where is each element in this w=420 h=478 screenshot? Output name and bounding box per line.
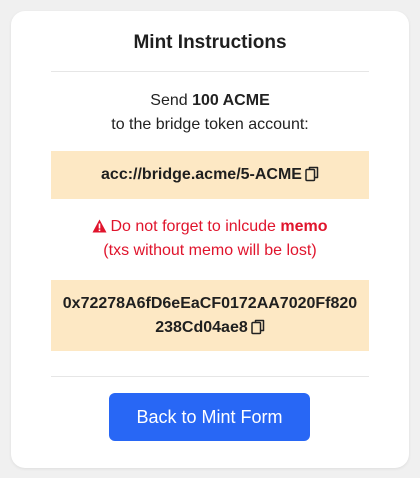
- top-divider: [51, 71, 369, 72]
- warning-prefix: Do not forget to inlcude: [110, 218, 281, 235]
- warning-emphasis: memo: [280, 218, 328, 235]
- copy-icon[interactable]: [305, 166, 319, 182]
- bottom-divider: [51, 376, 369, 377]
- warning-triangle-icon: [92, 219, 107, 233]
- memo-value: 0x72278A6fD6eEaCF0172AA7020Ff820238Cd04a…: [62, 295, 358, 336]
- send-amount: 100 ACME: [192, 92, 270, 109]
- bridge-account-value: acc://bridge.acme/5-ACME: [101, 166, 302, 183]
- back-to-mint-form-button[interactable]: Back to Mint Form: [109, 393, 310, 441]
- send-prefix: Send: [150, 92, 193, 109]
- mint-instructions-card: Mint Instructions Send 100 ACME to the b…: [11, 11, 409, 468]
- memo-warning: Do not forget to inlcude memo: [11, 218, 409, 236]
- send-instruction: Send 100 ACME: [11, 92, 409, 110]
- memo-box: 0x72278A6fD6eEaCF0172AA7020Ff820238Cd04a…: [51, 280, 369, 351]
- card-title: Mint Instructions: [133, 32, 287, 53]
- copy-icon[interactable]: [251, 319, 265, 335]
- memo-warning-line2: (txs without memo will be lost): [103, 242, 317, 259]
- send-instruction-line2: to the bridge token account:: [111, 116, 309, 133]
- bridge-account-box: acc://bridge.acme/5-ACME: [51, 151, 369, 199]
